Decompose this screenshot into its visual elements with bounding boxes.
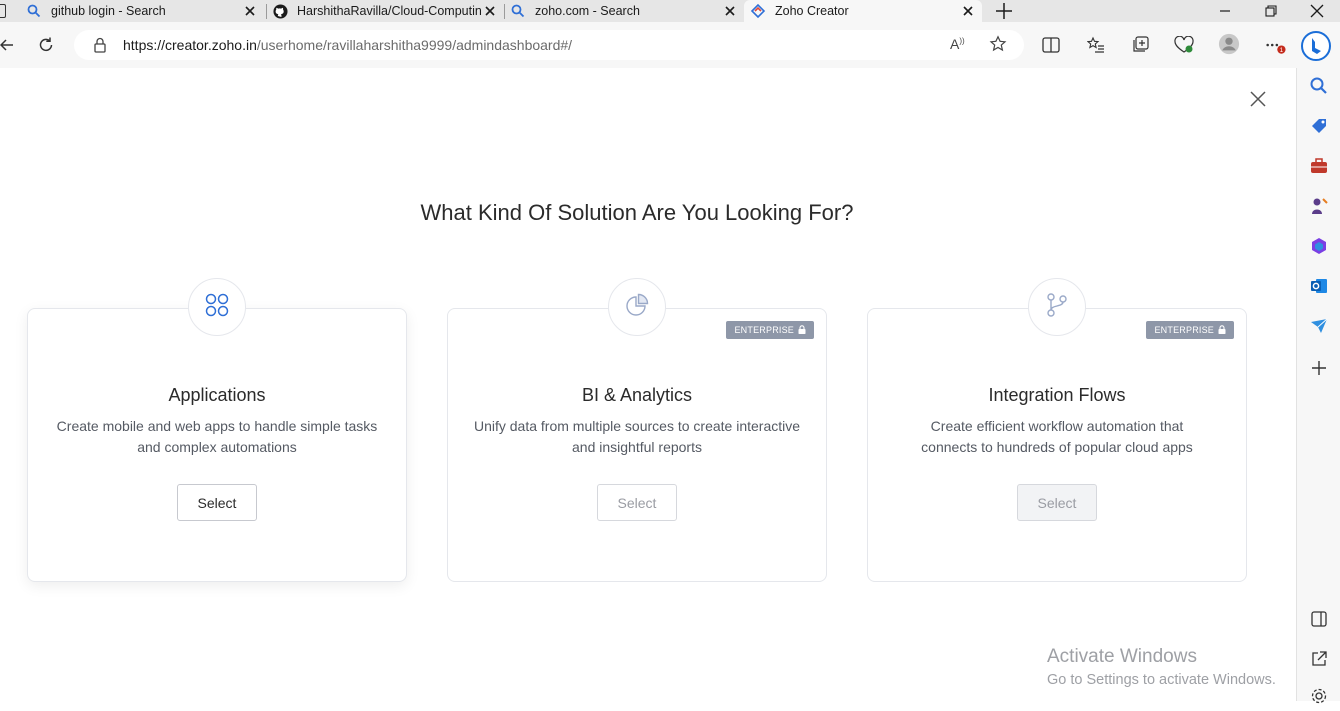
microsoft-365-icon[interactable] <box>1309 236 1329 256</box>
address-bar[interactable]: https://creator.zoho.in/userhome/ravilla… <box>74 30 1024 60</box>
favorites-list-icon[interactable] <box>1085 34 1107 56</box>
card-description-line: and complex automations <box>137 439 297 455</box>
tab-divider <box>266 4 267 19</box>
hide-sidebar-icon[interactable] <box>1309 609 1329 629</box>
outlook-icon[interactable] <box>1309 276 1329 296</box>
select-applications-button[interactable]: Select <box>177 484 257 521</box>
tab-zoho-creator[interactable]: Zoho Creator <box>744 0 982 22</box>
card-title: Integration Flows <box>988 385 1126 405</box>
lock-icon <box>798 324 806 336</box>
card-icon-circle <box>608 278 666 336</box>
zoho-creator-icon <box>750 3 766 19</box>
solution-picker-dialog: What Kind Of Solution Are You Looking Fo… <box>0 68 1296 701</box>
close-window-button[interactable] <box>1294 0 1340 22</box>
card-description: Create efficient workflow automation tha… <box>888 416 1226 458</box>
search-icon <box>510 3 526 19</box>
collections-icon[interactable] <box>1129 34 1151 56</box>
tab-github-repo[interactable]: HarshithaRavilla/Cloud-Computing <box>272 0 504 22</box>
svg-text:1: 1 <box>1280 47 1284 54</box>
card-icon-circle <box>188 278 246 336</box>
open-external-icon[interactable] <box>1309 649 1329 669</box>
close-icon[interactable] <box>1248 89 1268 109</box>
browser-tab-strip: github login - Search HarshithaRavilla/C… <box>0 0 1340 22</box>
watermark-subtitle: Go to Settings to activate Windows. <box>1047 672 1276 688</box>
search-icon[interactable] <box>1309 76 1329 96</box>
enterprise-badge: ENTERPRISE <box>726 321 814 339</box>
tab-title: HarshithaRavilla/Cloud-Computing <box>297 4 481 18</box>
edge-sidebar <box>1296 68 1340 704</box>
lock-icon <box>1218 324 1226 336</box>
search-icon <box>26 3 42 19</box>
github-icon <box>272 3 288 19</box>
select-bi-analytics-button[interactable]: Select <box>597 484 677 521</box>
tab-actions-icon[interactable] <box>0 4 6 18</box>
add-sidebar-app-icon[interactable] <box>1309 358 1329 378</box>
applications-card[interactable]: Applications Create mobile and web apps … <box>27 278 407 582</box>
tab-zoho-search[interactable]: zoho.com - Search <box>510 0 744 22</box>
card-description-line: Create efficient workflow automation tha… <box>930 418 1184 434</box>
close-tab-icon[interactable] <box>960 3 976 19</box>
card-description-line: connects to hundreds of popular cloud ap… <box>921 439 1193 455</box>
card-description-line: Unify data from multiple sources to crea… <box>473 418 801 434</box>
url-path: /userhome/ravillaharshitha9999/admindash… <box>256 37 573 53</box>
activate-windows-watermark: Activate Windows Go to Settings to activ… <box>1047 646 1276 688</box>
flow-branch-icon <box>1044 292 1070 323</box>
split-screen-icon[interactable] <box>1040 34 1062 56</box>
card-title: Applications <box>168 385 266 405</box>
back-arrow-icon[interactable] <box>0 34 18 56</box>
url-text[interactable]: https://creator.zoho.in/userhome/ravilla… <box>123 37 572 53</box>
url-host: https://creator.zoho.in <box>123 37 257 53</box>
browser-toolbar: https://creator.zoho.in/userhome/ravilla… <box>0 22 1340 68</box>
page-title: What Kind Of Solution Are You Looking Fo… <box>420 200 854 225</box>
read-aloud-icon[interactable]: A)) <box>950 36 965 52</box>
browser-essentials-icon[interactable] <box>1173 34 1195 56</box>
tab-divider <box>504 4 505 19</box>
card-description-line: and insightful reports <box>572 439 702 455</box>
badge-label: ENTERPRISE <box>734 325 794 335</box>
lock-icon[interactable] <box>93 37 107 58</box>
bing-copilot-icon[interactable] <box>1301 31 1331 61</box>
restore-button[interactable] <box>1248 0 1294 22</box>
shopping-tag-icon[interactable] <box>1309 116 1329 136</box>
tab-title: github login - Search <box>51 4 166 18</box>
card-icon-circle <box>1028 278 1086 336</box>
minimize-button[interactable] <box>1202 0 1248 22</box>
enterprise-badge: ENTERPRISE <box>1146 321 1234 339</box>
close-tab-icon[interactable] <box>482 3 498 19</box>
select-integration-flows-button[interactable]: Select <box>1017 484 1097 521</box>
profile-avatar[interactable] <box>1218 33 1240 55</box>
games-icon[interactable] <box>1309 196 1329 216</box>
integration-flows-card[interactable]: ENTERPRISE Integration Flows Create effi… <box>867 278 1247 582</box>
close-tab-icon[interactable] <box>242 3 258 19</box>
badge-label: ENTERPRISE <box>1154 325 1214 335</box>
pie-chart-icon <box>624 292 650 323</box>
card-description-line: Create mobile and web apps to handle sim… <box>56 418 378 434</box>
favorite-star-icon[interactable] <box>989 35 1007 58</box>
tab-github-login-search[interactable]: github login - Search <box>26 0 264 22</box>
new-tab-button[interactable] <box>992 0 1016 22</box>
more-options-icon[interactable]: 1 <box>1264 34 1286 56</box>
refresh-icon[interactable] <box>35 34 57 56</box>
tab-title: zoho.com - Search <box>535 4 640 18</box>
tab-title: Zoho Creator <box>775 4 849 18</box>
card-description: Create mobile and web apps to handle sim… <box>48 416 386 458</box>
settings-gear-icon[interactable] <box>1309 686 1329 706</box>
send-drop-icon[interactable] <box>1309 316 1329 336</box>
card-title: BI & Analytics <box>581 385 693 405</box>
bi-analytics-card[interactable]: ENTERPRISE BI & Analytics Unify data fro… <box>447 278 827 582</box>
apps-grid-icon <box>204 292 230 323</box>
watermark-title: Activate Windows <box>1047 646 1197 667</box>
tools-briefcase-icon[interactable] <box>1309 156 1329 176</box>
close-tab-icon[interactable] <box>722 3 738 19</box>
card-description: Unify data from multiple sources to crea… <box>468 416 806 458</box>
